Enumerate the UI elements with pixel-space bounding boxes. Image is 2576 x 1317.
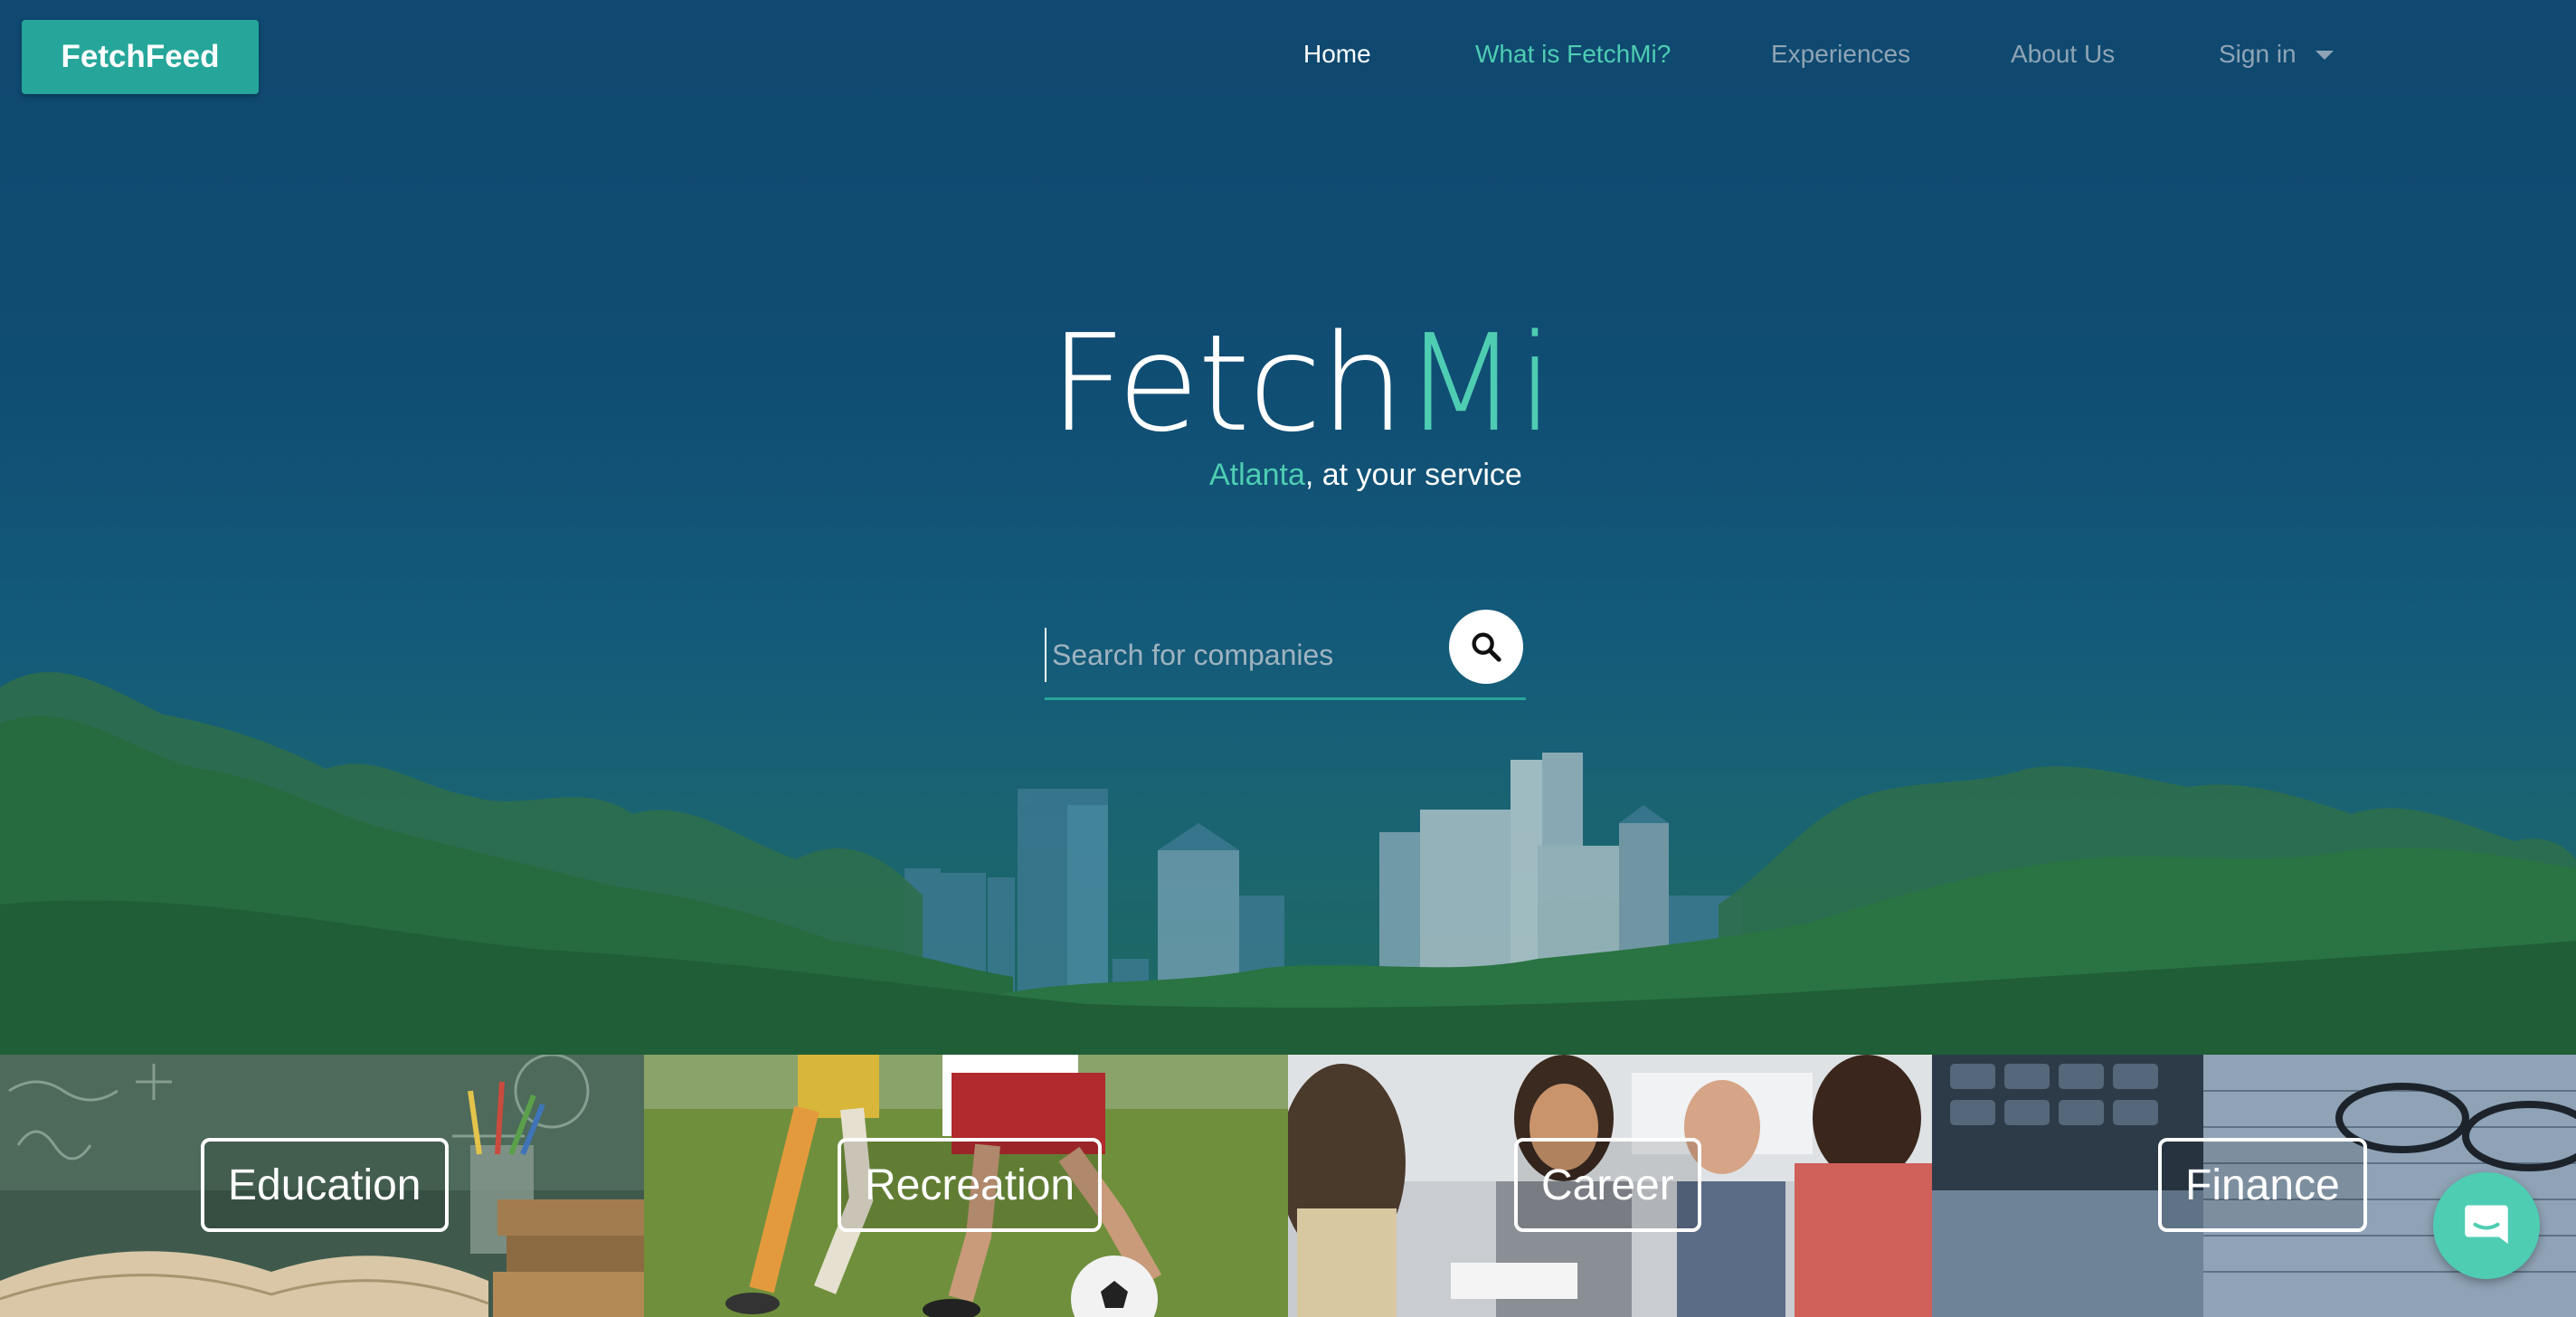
chevron-down-icon[interactable] <box>2316 51 2334 60</box>
chat-icon <box>2465 1205 2508 1244</box>
nav-about-us[interactable]: About Us <box>2011 40 2115 69</box>
category-label-recreation[interactable]: Recreation <box>838 1138 1103 1232</box>
hero-title: FetchMi <box>1049 317 1554 450</box>
nav-experiences[interactable]: Experiences <box>1771 40 1910 69</box>
category-label-career[interactable]: Career <box>1514 1138 1701 1232</box>
category-label-education[interactable]: Education <box>201 1138 449 1232</box>
hero-subtitle: Atlanta, at your service <box>1209 458 1522 493</box>
main-nav: Home What is FetchMi? Experiences About … <box>1266 0 2395 112</box>
category-label-finance[interactable]: Finance <box>2158 1138 2367 1232</box>
category-tiles: Education Recreation Career Finance <box>0 1055 2576 1317</box>
nav-sign-in[interactable]: Sign in <box>2219 40 2297 69</box>
category-tile-recreation[interactable]: Recreation <box>644 1055 1288 1317</box>
hero-section <box>0 0 2576 1055</box>
hero-subtitle-city: Atlanta <box>1209 458 1305 492</box>
search-icon <box>1472 632 1501 662</box>
chat-launcher-button[interactable] <box>2433 1172 2540 1279</box>
search-input[interactable] <box>1045 628 1443 682</box>
nav-home[interactable]: Home <box>1303 40 1371 69</box>
search-bar <box>1045 608 1526 700</box>
nav-what-is-fetchmi[interactable]: What is FetchMi? <box>1475 40 1671 69</box>
atlanta-skyline-background <box>0 672 2576 1055</box>
fetchfeed-button[interactable]: FetchFeed <box>22 20 259 94</box>
category-tile-career[interactable]: Career <box>1288 1055 1932 1317</box>
search-button[interactable] <box>1449 610 1523 684</box>
hero-title-fetch: Fetch <box>1049 306 1405 461</box>
hero-title-mi: Mi <box>1403 306 1554 461</box>
hero-subtitle-text: , at your service <box>1304 458 1522 492</box>
category-tile-education[interactable]: Education <box>0 1055 644 1317</box>
